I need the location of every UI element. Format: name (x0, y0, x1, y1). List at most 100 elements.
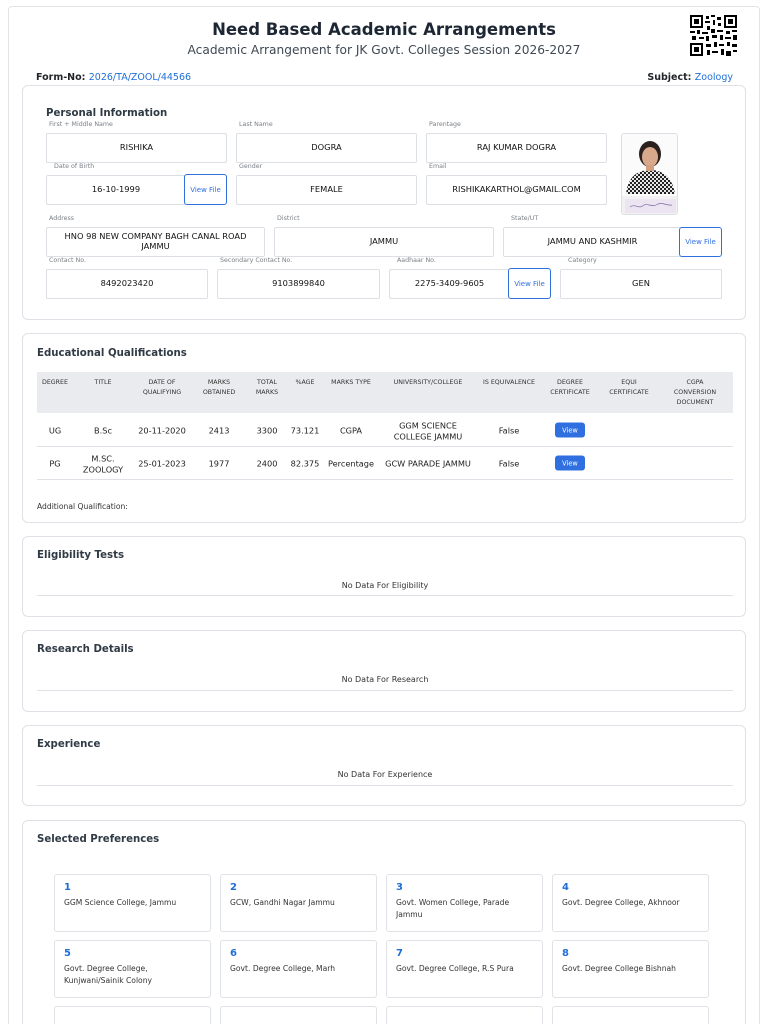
col-university: UNIVERSITY/COLLEGE (393, 379, 463, 386)
aadhaar-label: Aadhaar No. (397, 257, 436, 264)
last-name-label: Last Name (239, 121, 273, 128)
eligibility-title: Eligibility Tests (37, 550, 125, 561)
col-date: DATE OF QUALIFYING (142, 379, 182, 396)
preference-item: 6 Govt. Degree College, Marh (220, 940, 377, 998)
education-table-header: DEGREE TITLE DATE OF QUALIFYING MARKS OB… (37, 372, 733, 413)
preference-item: 7 Govt. Degree College, R.S Pura (386, 940, 543, 998)
contact-field: 8492023420 (46, 269, 208, 299)
cell-date: 20-11-2020 (138, 425, 186, 436)
state-label: State/UT (511, 215, 539, 222)
preference-item-partial (386, 1006, 543, 1024)
preference-number: 8 (562, 948, 569, 959)
personal-info-title: Personal Information (46, 108, 168, 119)
form-number-value: 2026/TA/ZOOL/44566 (88, 72, 192, 83)
preference-item: 8 Govt. Degree College Bishnah (552, 940, 709, 998)
gender-label: Gender (239, 163, 263, 170)
applicant-photo (621, 133, 678, 215)
preference-item: 4 Govt. Degree College, Akhnoor (552, 874, 709, 932)
row-divider (37, 479, 733, 480)
preference-number: 5 (64, 948, 71, 959)
district-label: District (277, 215, 300, 222)
research-empty: No Data For Research (341, 675, 429, 684)
additional-qualification: Additional Qualification: (37, 502, 128, 511)
col-marks-obtained: MARKS OBTAINED (202, 379, 236, 396)
preference-college: Govt. Degree College, R.S Pura (396, 964, 514, 973)
cell-percentage: 82.375 (290, 458, 320, 469)
col-marks-type: MARKS TYPE (331, 379, 371, 386)
preference-number: 7 (396, 948, 403, 959)
parentage-label: Parentage (429, 121, 461, 128)
preference-college: Govt. Degree College, Marh (230, 964, 336, 973)
qr-code-icon (690, 15, 737, 56)
view-degree-certificate-button[interactable]: View (555, 455, 585, 471)
page-subtitle: Academic Arrangement for JK Govt. Colleg… (187, 43, 581, 57)
eligibility-card: Eligibility Tests No Data For Eligibilit… (22, 536, 746, 617)
preference-number: 3 (396, 882, 403, 893)
preference-number: 1 (64, 882, 71, 893)
cell-total: 2400 (256, 458, 278, 469)
cell-university: GCW PARADE JAMMU (385, 458, 471, 469)
cell-type: Percentage (327, 458, 375, 469)
subject: Subject: Zoology (647, 72, 733, 83)
address-label: Address (49, 215, 75, 222)
secondary-contact-field: 9103899840 (217, 269, 380, 299)
first-name-field: RISHIKA (46, 133, 227, 163)
col-cgpa-document: CGPA CONVERSION DOCUMENT (673, 379, 717, 406)
row-divider (37, 595, 733, 596)
secondary-contact-label: Secondary Contact No. (220, 257, 293, 264)
cell-date: 25-01-2023 (138, 458, 186, 469)
first-name-label: First + Middle Name (49, 121, 113, 128)
preference-item: 1 GGM Science College, Jammu (54, 874, 211, 932)
experience-empty: No Data For Experience (337, 770, 433, 779)
state-view-file-button[interactable]: View File (679, 227, 722, 257)
cell-obtained: 2413 (208, 425, 230, 436)
row-divider (37, 446, 733, 447)
preference-item-partial (54, 1006, 211, 1024)
cell-equivalence: False (498, 425, 520, 436)
category-field: GEN (560, 269, 722, 299)
cell-university: GGM SCIENCE COLLEGE JAMMU (393, 420, 463, 441)
last-name-field: DOGRA (236, 133, 417, 163)
preferences-title: Selected Preferences (37, 834, 160, 845)
cell-title: M.SC. ZOOLOGY (82, 453, 124, 474)
view-degree-certificate-button[interactable]: View (555, 422, 585, 438)
col-equivalence: IS EQUIVALENCE (482, 379, 536, 386)
parentage-field: RAJ KUMAR DOGRA (426, 133, 607, 163)
cell-degree: PG (49, 458, 61, 469)
form-number: Form-No: 2026/TA/ZOOL/44566 (36, 72, 192, 83)
experience-title: Experience (37, 739, 101, 750)
aadhaar-field: 2275-3409-9605 (389, 269, 510, 299)
preference-college: Govt. Degree College Bishnah (562, 964, 676, 973)
preference-item-partial (220, 1006, 377, 1024)
education-title: Educational Qualifications (37, 348, 187, 359)
eligibility-empty: No Data For Eligibility (341, 581, 429, 590)
gender-field: FEMALE (236, 175, 417, 205)
cell-equivalence: False (498, 458, 520, 469)
col-total-marks: TOTAL MARKS (255, 379, 279, 396)
preference-college: Govt. Degree College, Akhnoor (562, 898, 680, 907)
row-divider (37, 690, 733, 691)
dob-field: 16-10-1999 (46, 175, 186, 205)
preference-number: 4 (562, 882, 569, 893)
preference-item: 3 Govt. Women College, Parade Jammu (386, 874, 543, 932)
subject-value: Zoology (694, 72, 733, 83)
research-title: Research Details (37, 644, 134, 655)
preference-college: Govt. Degree College, Kunjwani/Sainik Co… (64, 964, 153, 985)
preference-college: GGM Science College, Jammu (64, 898, 177, 907)
aadhaar-view-file-button[interactable]: View File (508, 268, 551, 299)
research-card: Research Details No Data For Research (22, 630, 746, 712)
preference-item: 5 Govt. Degree College, Kunjwani/Sainik C… (54, 940, 211, 998)
preference-number: 2 (230, 882, 237, 893)
preference-item-partial (552, 1006, 709, 1024)
col-degree: DEGREE (41, 379, 69, 386)
education-card: Educational Qualifications DEGREE TITLE … (22, 333, 746, 523)
dob-label: Date of Birth (54, 163, 95, 170)
state-field: JAMMU AND KASHMIR (503, 227, 682, 257)
page-title: Need Based Academic Arrangements (212, 20, 556, 39)
preference-college: Govt. Women College, Parade Jammu (396, 898, 510, 919)
preference-item: 2 GCW, Gandhi Nagar Jammu (220, 874, 377, 932)
dob-view-file-button[interactable]: View File (184, 174, 227, 205)
contact-label: Contact No. (49, 257, 86, 264)
cell-total: 3300 (256, 425, 278, 436)
cell-degree: UG (48, 425, 62, 436)
